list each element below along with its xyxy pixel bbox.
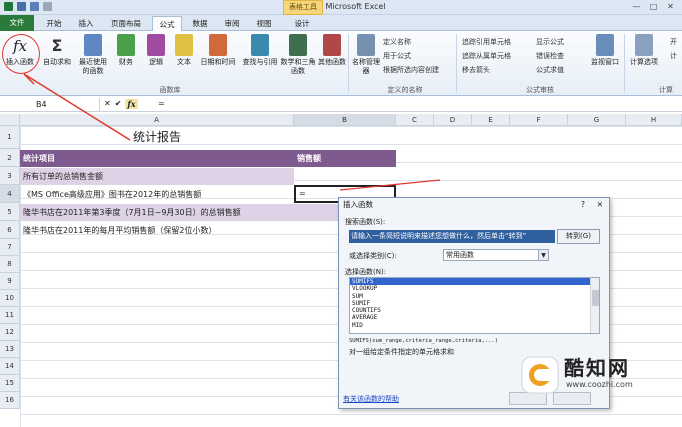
scroll-thumb[interactable] [592,290,599,306]
function-search-input[interactable]: 请输入一条简短说明来描述您想做什么，然后单击“转到” [349,230,555,243]
help-button[interactable]: ? [581,198,585,212]
function-list-label: 选择函数(N): [345,268,387,276]
help-link[interactable]: 有关该函数的帮助 [343,394,399,404]
list-item[interactable]: VLOOKUP [350,285,599,292]
list-item[interactable]: COUNTIFS [350,307,599,314]
list-item[interactable]: MID [350,322,599,329]
function-description: 对一组给定条件指定的单元格求和 [349,348,454,356]
watermark-logo: 酷知网 www.coozhi.com [520,350,670,400]
list-item[interactable]: SUMIF [350,300,599,307]
chevron-down-icon[interactable]: ▼ [538,250,548,260]
dialog-close-button[interactable]: ✕ [597,198,603,212]
function-list[interactable]: SUMIFS VLOOKUP SUM SUMIF COUNTIFS AVERAG… [349,277,600,334]
category-select[interactable]: 常用函数 ▼ [443,249,549,261]
list-item[interactable]: SUM [350,293,599,300]
watermark-name: 酷知网 [564,356,630,380]
category-value: 常用函数 [446,251,474,259]
category-label: 或选择类别(C): [349,252,397,260]
list-item[interactable]: SUMIFS [350,278,599,286]
watermark-url: www.coozhi.com [566,380,633,389]
function-signature: SUMIFS(sum_range,criteria_range,criteria… [349,338,499,344]
list-scrollbar[interactable] [590,278,599,333]
search-label: 搜索函数(S): [345,218,386,226]
list-item[interactable]: AVERAGE [350,314,599,321]
coozhi-logo-icon [521,356,559,394]
dialog-title-bar: 插入函数 ? ✕ [339,198,609,212]
dialog-title: 插入函数 [343,200,373,209]
go-button[interactable]: 转到(G) [557,229,600,244]
